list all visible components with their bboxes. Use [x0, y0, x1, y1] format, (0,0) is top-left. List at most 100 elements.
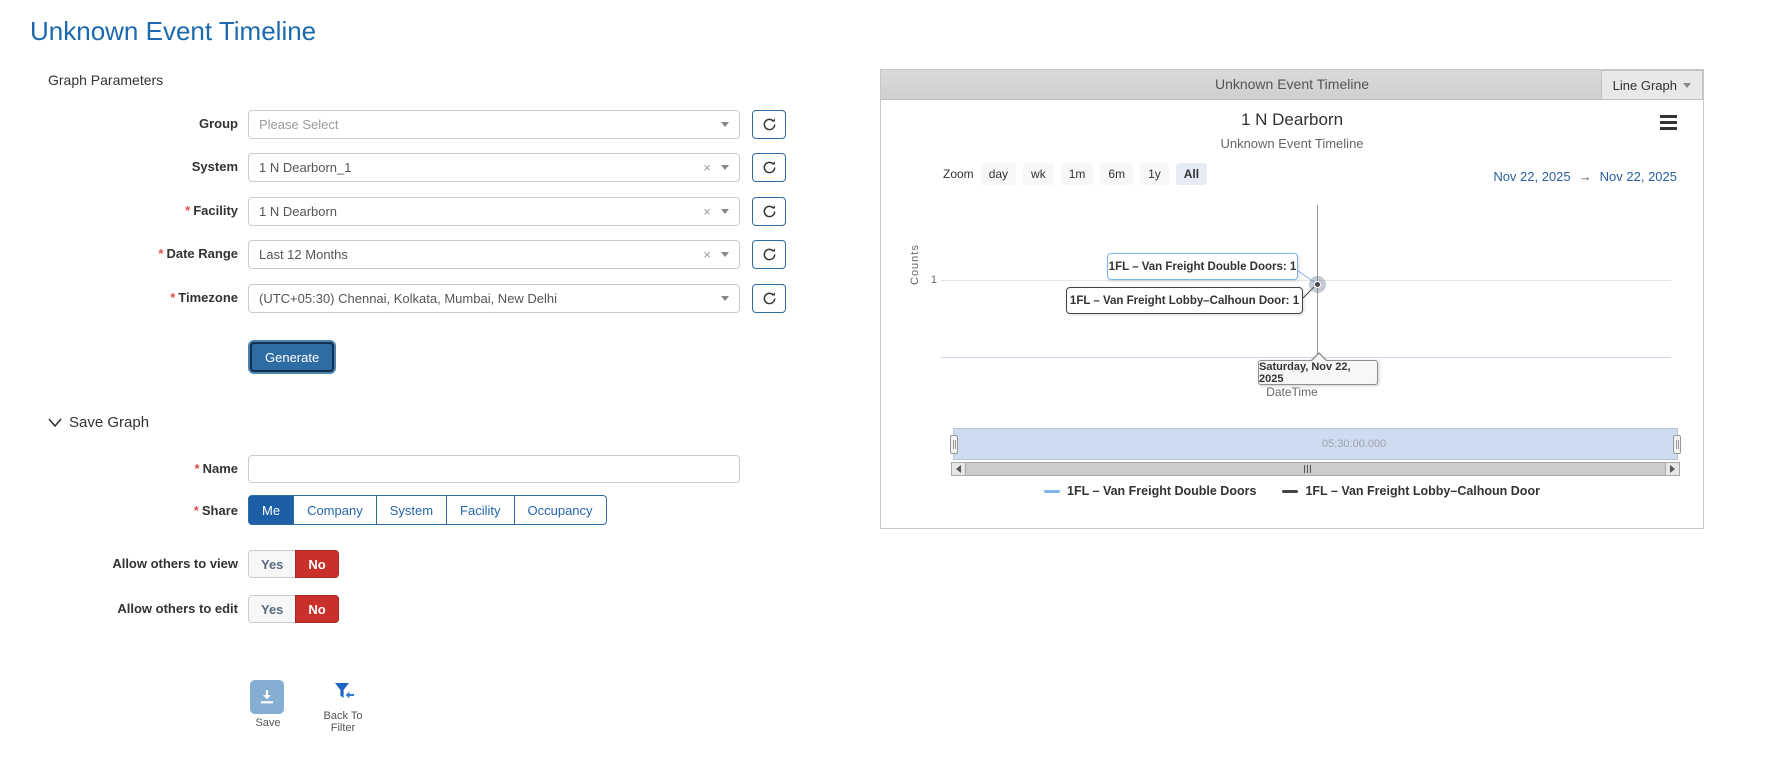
share-option-occupancy[interactable]: Occupancy: [514, 495, 607, 525]
legend-item-series-1[interactable]: 1FL – Van Freight Double Doors: [1044, 484, 1256, 498]
name-input[interactable]: [248, 455, 740, 483]
share-option-me[interactable]: Me: [248, 495, 294, 525]
legend-item-series-2[interactable]: 1FL – Van Freight Lobby–Calhoun Door: [1282, 484, 1540, 498]
range-arrow: →: [1579, 169, 1592, 184]
back-to-filter-button[interactable]: Back To Filter: [318, 682, 368, 734]
chart-panel: Unknown Event Timeline Line Graph 1 N De…: [880, 69, 1704, 529]
timezone-refresh-button[interactable]: [752, 284, 786, 313]
chart-scrollbar[interactable]: [951, 462, 1680, 476]
navigator-left-handle[interactable]: [950, 435, 958, 454]
share-button-group: Me Company System Facility Occupancy: [248, 495, 607, 525]
clear-icon[interactable]: ×: [703, 247, 711, 262]
timezone-select[interactable]: (UTC+05:30) Chennai, Kolkata, Mumbai, Ne…: [248, 284, 740, 313]
chevron-down-icon[interactable]: [721, 209, 729, 214]
facility-refresh-button[interactable]: [752, 197, 786, 226]
chevron-down-icon[interactable]: [721, 122, 729, 127]
timezone-value: (UTC+05:30) Chennai, Kolkata, Mumbai, Ne…: [259, 291, 721, 306]
facility-value: 1 N Dearborn: [259, 204, 703, 219]
refresh-icon: [762, 117, 777, 132]
zoom-all-button[interactable]: All: [1176, 163, 1207, 185]
tooltip-series-2: 1FL – Van Freight Lobby–Calhoun Door: 1: [1066, 287, 1303, 314]
share-option-company[interactable]: Company: [293, 495, 377, 525]
allow-edit-yes-button[interactable]: Yes: [248, 595, 295, 623]
chart-subtitle: Unknown Event Timeline: [881, 136, 1703, 151]
range-to[interactable]: Nov 22, 2025: [1600, 169, 1677, 184]
range-from[interactable]: Nov 22, 2025: [1493, 169, 1570, 184]
refresh-icon: [762, 204, 777, 219]
back-to-filter-caption: Back To Filter: [318, 710, 368, 734]
refresh-icon: [762, 291, 777, 306]
date-range-value: Last 12 Months: [259, 247, 703, 262]
facility-select[interactable]: 1 N Dearborn ×: [248, 197, 740, 226]
required-asterisk: *: [170, 290, 175, 305]
chevron-down-icon[interactable]: [721, 252, 729, 257]
zoom-1m-button[interactable]: 1m: [1061, 163, 1094, 185]
required-asterisk: *: [195, 461, 200, 476]
date-range-select[interactable]: Last 12 Months ×: [248, 240, 740, 269]
timezone-label: *Timezone: [30, 290, 238, 305]
chevron-down-icon[interactable]: [721, 296, 729, 301]
refresh-icon: [762, 160, 777, 175]
share-label: *Share: [30, 503, 238, 518]
date-range-refresh-button[interactable]: [752, 240, 786, 269]
save-graph-toggle[interactable]: Save Graph: [48, 414, 149, 431]
system-select[interactable]: 1 N Dearborn_1 ×: [248, 153, 740, 182]
navigator-band[interactable]: 05:30:00.000: [953, 428, 1678, 460]
scrollbar-left-arrow[interactable]: [952, 463, 966, 475]
legend-label: 1FL – Van Freight Lobby–Calhoun Door: [1305, 484, 1540, 498]
chevron-down-icon[interactable]: [721, 165, 729, 170]
navigator-time-label: 05:30:00.000: [1322, 438, 1386, 450]
date-range-label: *Date Range: [30, 246, 238, 261]
save-button[interactable]: Save: [250, 680, 286, 729]
group-refresh-button[interactable]: [752, 110, 786, 139]
graph-parameters-heading: Graph Parameters: [48, 72, 163, 88]
x-axis-tooltip: Saturday, Nov 22, 2025: [1258, 360, 1378, 385]
zoom-day-button[interactable]: day: [981, 163, 1016, 185]
share-option-facility[interactable]: Facility: [446, 495, 514, 525]
triangle-left-icon: [956, 465, 961, 473]
zoom-1y-button[interactable]: 1y: [1140, 163, 1169, 185]
save-button-caption: Save: [250, 717, 286, 729]
legend-line-icon: [1282, 490, 1298, 493]
required-asterisk: *: [158, 246, 163, 261]
range-selector[interactable]: Nov 22, 2025 → Nov 22, 2025: [1493, 169, 1677, 184]
gridline: [941, 280, 1671, 281]
scrollbar-right-arrow[interactable]: [1665, 463, 1679, 475]
y-axis-title: Counts: [909, 244, 921, 285]
allow-edit-no-button[interactable]: No: [295, 595, 338, 623]
system-value: 1 N Dearborn_1: [259, 160, 703, 175]
allow-view-no-button[interactable]: No: [295, 550, 338, 578]
required-asterisk: *: [185, 203, 190, 218]
triangle-right-icon: [1670, 465, 1675, 473]
allow-edit-toggle: Yes No: [248, 595, 339, 623]
refresh-icon: [762, 247, 777, 262]
system-refresh-button[interactable]: [752, 153, 786, 182]
clear-icon[interactable]: ×: [703, 204, 711, 219]
data-point-marker[interactable]: [1314, 281, 1321, 288]
share-option-system[interactable]: System: [376, 495, 447, 525]
download-save-icon: [258, 688, 276, 706]
navigator-right-handle[interactable]: [1673, 435, 1681, 454]
group-select[interactable]: Please Select: [248, 110, 740, 139]
legend-label: 1FL – Van Freight Double Doors: [1067, 484, 1256, 498]
clear-icon[interactable]: ×: [703, 160, 711, 175]
zoom-button-row: Zoom day wk 1m 6m 1y All: [943, 163, 1207, 185]
legend-line-icon: [1044, 490, 1060, 493]
chart-title: 1 N Dearborn: [881, 110, 1703, 130]
zoom-6m-button[interactable]: 6m: [1100, 163, 1133, 185]
facility-label: *Facility: [30, 203, 238, 218]
x-axis-line: [941, 357, 1671, 358]
allow-view-yes-button[interactable]: Yes: [248, 550, 295, 578]
chart-panel-title: Unknown Event Timeline: [881, 76, 1703, 92]
chart-context-menu-button[interactable]: [1660, 115, 1677, 133]
name-label: *Name: [30, 461, 238, 476]
allow-view-toggle: Yes No: [248, 550, 339, 578]
chart-legend: 1FL – Van Freight Double Doors 1FL – Van…: [881, 484, 1703, 498]
zoom-wk-button[interactable]: wk: [1023, 163, 1054, 185]
graph-type-dropdown[interactable]: Line Graph: [1601, 70, 1703, 100]
tooltip-notch: [1312, 354, 1326, 361]
scrollbar-grip[interactable]: [1304, 465, 1311, 473]
save-graph-heading: Save Graph: [69, 414, 149, 431]
system-label: System: [30, 159, 238, 174]
generate-button[interactable]: Generate: [250, 342, 334, 372]
